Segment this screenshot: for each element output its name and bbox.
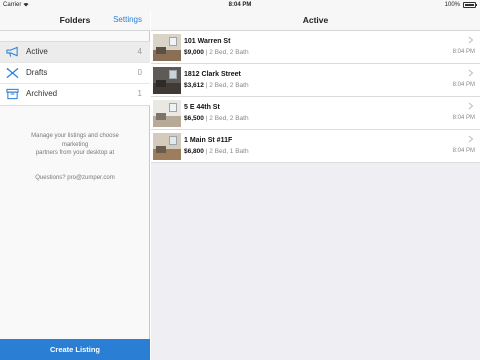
megaphone-icon: [6, 46, 18, 57]
listing-row[interactable]: 1812 Clark Street $3,612 | 2 Bed, 2 Bath…: [151, 64, 480, 97]
battery-percent: 100%: [444, 2, 460, 8]
listing-price: $9,000: [184, 49, 204, 56]
info-text: Manage your listings and choose marketin…: [0, 132, 150, 158]
folder-count: 4: [137, 47, 142, 56]
folder-item-active[interactable]: Active 4: [0, 42, 150, 63]
listing-photo: [153, 133, 181, 160]
listing-row[interactable]: 1 Main St #11F $6,800 | 2 Bed, 1 Bath 8:…: [151, 130, 480, 163]
listing-address: 1812 Clark Street: [184, 71, 241, 78]
listing-row[interactable]: 5 E 44th St $6,500 | 2 Bed, 2 Bath 8:04 …: [151, 97, 480, 130]
listing-meta: $6,800 | 2 Bed, 1 Bath: [184, 148, 249, 155]
info-line: Manage your listings and choose: [31, 133, 119, 139]
chevron-right-icon: [468, 69, 474, 77]
status-bar: Carrier 8:04 PM 100%: [0, 0, 480, 10]
pencil-ruler-icon: [6, 67, 19, 79]
listing-details: 2 Bed, 2 Bath: [209, 49, 249, 56]
settings-button[interactable]: Settings: [113, 15, 142, 24]
listing-details: 2 Bed, 1 Bath: [209, 148, 249, 155]
listing-price: $3,612: [184, 82, 204, 89]
listing-time: 8:04 PM: [452, 82, 475, 88]
listing-time: 8:04 PM: [452, 49, 475, 55]
listing-row[interactable]: 101 Warren St $9,000 | 2 Bed, 2 Bath 8:0…: [151, 31, 480, 64]
archive-box-icon: [6, 88, 19, 100]
listing-address: 5 E 44th St: [184, 104, 220, 111]
create-listing-button[interactable]: Create Listing: [0, 339, 150, 360]
listing-time: 8:04 PM: [452, 115, 475, 121]
listing-address: 1 Main St #11F: [184, 137, 233, 144]
folder-count: 0: [137, 68, 142, 77]
folders-pane: Folders Settings Active 4 Drafts 0 Archi…: [0, 10, 150, 360]
folder-item-drafts[interactable]: Drafts 0: [0, 63, 150, 84]
listing-photo: [153, 67, 181, 94]
info-line: partners from your desktop at: [35, 150, 115, 156]
folder-label: Active: [26, 47, 48, 56]
listing-photo: [153, 100, 181, 127]
status-time: 8:04 PM: [228, 2, 252, 8]
chevron-right-icon: [468, 102, 474, 110]
folder-label: Drafts: [26, 68, 48, 77]
folders-header: Folders Settings: [0, 10, 150, 31]
listing-time: 8:04 PM: [452, 148, 475, 154]
folder-item-archived[interactable]: Archived 1: [0, 84, 150, 105]
listing-meta: $6,500 | 2 Bed, 2 Bath: [184, 115, 249, 122]
listing-list: 101 Warren St $9,000 | 2 Bed, 2 Bath 8:0…: [151, 31, 480, 163]
listings-pane: Active 101 Warren St $9,000 | 2 Bed, 2 B…: [151, 10, 480, 360]
listing-meta: $3,612 | 2 Bed, 2 Bath: [184, 82, 249, 89]
chevron-right-icon: [468, 36, 474, 44]
chevron-right-icon: [468, 135, 474, 143]
listing-details: 2 Bed, 2 Bath: [209, 115, 249, 122]
listing-price: $6,800: [184, 148, 204, 155]
battery-icon: [463, 2, 477, 8]
page-title: Active: [302, 15, 329, 25]
listing-details: 2 Bed, 2 Bath: [209, 82, 249, 89]
listings-header: Active: [151, 10, 480, 31]
folder-label: Archived: [26, 89, 58, 98]
listing-address: 101 Warren St: [184, 38, 231, 45]
folder-list: Active 4 Drafts 0 Archived 1: [0, 41, 150, 106]
folder-count: 1: [137, 89, 142, 98]
listing-price: $6,500: [184, 115, 204, 122]
contact-text: Questions? pro@zumper.com: [35, 175, 115, 181]
info-line: marketing: [61, 141, 89, 148]
listing-meta: $9,000 | 2 Bed, 2 Bath: [184, 49, 249, 56]
listing-photo: [153, 34, 181, 61]
